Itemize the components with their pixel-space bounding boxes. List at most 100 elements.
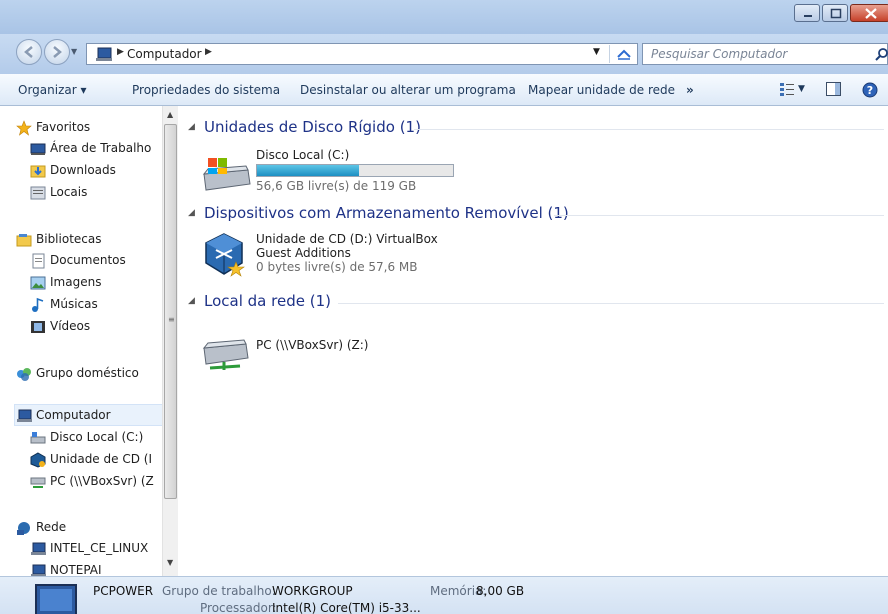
network-icon	[17, 522, 30, 535]
computer-icon	[17, 409, 32, 422]
change-view-icon[interactable]	[780, 82, 794, 96]
collapse-triangle-icon[interactable]: ◢	[188, 122, 195, 132]
forward-button[interactable]	[44, 39, 70, 65]
refresh-button[interactable]	[609, 45, 637, 63]
breadcrumb-computer[interactable]: Computador	[127, 47, 202, 61]
drive-item-local-disk[interactable]: Disco Local (C:) 56,6 GB livre(s) de 119…	[200, 146, 490, 196]
system-properties-button[interactable]: Propriedades do sistema	[132, 83, 280, 97]
nav-scrollbar[interactable]: ▲ ≡ ▼	[162, 106, 178, 576]
nav-net-intel-label: INTEL_CE_LINUX	[50, 541, 149, 555]
nav-music-label: Músicas	[50, 297, 98, 311]
nav-net-notepai-label: NOTEPAI	[50, 563, 102, 576]
workgroup-label: Grupo de trabalho:	[162, 584, 276, 598]
network-computer-icon	[31, 542, 46, 555]
svg-text:?: ?	[867, 84, 873, 97]
nav-desktop[interactable]: Área de Trabalho	[30, 139, 170, 159]
more-commands-button[interactable]: »	[686, 83, 694, 97]
images-icon	[30, 276, 46, 290]
minimize-button[interactable]	[794, 4, 820, 22]
hard-drive-icon	[30, 432, 46, 444]
collapse-triangle-icon[interactable]: ◢	[188, 208, 195, 218]
group-title-removable: Dispositivos com Armazenamento Removível…	[204, 204, 569, 222]
nav-network-pc-label: PC (\\VBoxSvr) (Z	[50, 474, 154, 488]
nav-downloads-label: Downloads	[50, 163, 116, 177]
nav-cd-drive-label: Unidade de CD (I	[50, 452, 152, 466]
refresh-icon	[617, 49, 631, 60]
workgroup-value: WORKGROUP	[272, 584, 353, 598]
group-divider	[554, 215, 884, 216]
group-divider	[414, 129, 884, 130]
group-title-network: Local da rede (1)	[204, 292, 331, 310]
search-icon[interactable]	[875, 47, 888, 61]
nav-libraries[interactable]: Bibliotecas	[16, 230, 156, 250]
nav-homegroup[interactable]: Grupo doméstico	[16, 364, 156, 384]
nav-locals-label: Locais	[50, 185, 88, 199]
close-button[interactable]	[850, 4, 888, 22]
back-button[interactable]	[16, 39, 42, 65]
processor-value: Intel(R) Core(TM) i5-33...	[272, 601, 421, 614]
nav-images[interactable]: Imagens	[30, 273, 170, 293]
cd-free-space: 0 bytes livre(s) de 57,6 MB	[256, 260, 418, 274]
nav-homegroup-label: Grupo doméstico	[36, 366, 139, 380]
map-network-drive-button[interactable]: Mapear unidade de rede	[528, 83, 675, 97]
network-drive-icon	[202, 339, 249, 370]
preview-pane-icon[interactable]	[826, 82, 842, 96]
maximize-button[interactable]	[822, 4, 848, 22]
nav-computer[interactable]: Computador	[16, 406, 156, 426]
nav-net-intel[interactable]: INTEL_CE_LINUX	[30, 539, 170, 559]
nav-locals[interactable]: Locais	[30, 183, 170, 203]
breadcrumb-arrow-icon[interactable]: ▶	[205, 47, 212, 57]
address-row: ▼ ▶ Computador ▶ ▼ Pesquisar Computador	[0, 34, 888, 74]
search-box[interactable]: Pesquisar Computador	[642, 43, 888, 65]
address-box[interactable]: ▶ Computador ▶ ▼	[86, 43, 638, 65]
computer-name: PCPOWER	[93, 584, 154, 598]
hard-drive-icon	[202, 158, 251, 191]
music-icon	[32, 297, 44, 312]
details-pane: PCPOWER Grupo de trabalho: WORKGROUP Mem…	[0, 576, 888, 614]
network-share-name: PC (\\VBoxSvr) (Z:)	[256, 338, 369, 352]
nav-documents-label: Documentos	[50, 253, 126, 267]
libraries-icon	[16, 234, 32, 247]
nav-downloads[interactable]: Downloads	[30, 161, 170, 181]
memory-value: 8,00 GB	[476, 584, 525, 598]
nav-music[interactable]: Músicas	[30, 295, 170, 315]
breadcrumb-arrow-icon[interactable]: ▶	[117, 47, 124, 57]
nav-local-disk[interactable]: Disco Local (C:)	[30, 428, 170, 448]
scroll-grip-icon: ≡	[168, 315, 175, 324]
nav-favorites[interactable]: Favoritos	[16, 118, 156, 138]
homegroup-icon	[17, 368, 31, 381]
search-input[interactable]: Pesquisar Computador	[651, 47, 787, 61]
maximize-icon	[830, 8, 842, 19]
close-icon	[865, 8, 877, 19]
nav-cd-drive[interactable]: Unidade de CD (I	[30, 450, 170, 470]
uninstall-program-button[interactable]: Desinstalar ou alterar um programa	[300, 83, 516, 97]
nav-net-notepai[interactable]: NOTEPAI	[30, 561, 170, 576]
nav-computer-label: Computador	[36, 408, 111, 422]
recent-pages-dropdown[interactable]: ▼	[71, 47, 77, 56]
scrollbar-thumb[interactable]: ≡	[164, 124, 177, 499]
network-drive-icon	[30, 477, 46, 488]
nav-network-pc[interactable]: PC (\\VBoxSvr) (Z	[30, 472, 170, 492]
organize-button[interactable]: Organizar ▾	[18, 83, 87, 97]
scroll-down-icon[interactable]: ▼	[167, 558, 173, 567]
view-dropdown-icon[interactable]: ▼	[798, 84, 805, 94]
help-icon[interactable]: ?	[862, 82, 878, 98]
nav-videos-label: Vídeos	[50, 319, 91, 333]
drive-usage-fill	[257, 165, 359, 176]
nav-desktop-label: Área de Trabalho	[50, 141, 152, 155]
collapse-triangle-icon[interactable]: ◢	[188, 296, 195, 306]
drive-name: Disco Local (C:)	[256, 148, 350, 162]
desktop-icon	[30, 143, 46, 155]
drive-item-cd[interactable]: Unidade de CD (D:) VirtualBox Guest Addi…	[200, 230, 500, 286]
recent-places-icon	[30, 186, 46, 200]
network-share-item[interactable]: PC (\\VBoxSvr) (Z:)	[200, 332, 460, 378]
title-bar[interactable]	[0, 0, 888, 34]
nav-local-disk-label: Disco Local (C:)	[50, 430, 144, 444]
nav-network[interactable]: Rede	[16, 518, 156, 538]
address-dropdown-icon[interactable]: ▼	[593, 47, 600, 57]
scroll-up-icon[interactable]: ▲	[167, 110, 173, 119]
forward-arrow-icon	[53, 46, 62, 58]
nav-documents[interactable]: Documentos	[30, 251, 170, 271]
nav-videos[interactable]: Vídeos	[30, 317, 170, 337]
group-divider	[338, 303, 884, 304]
